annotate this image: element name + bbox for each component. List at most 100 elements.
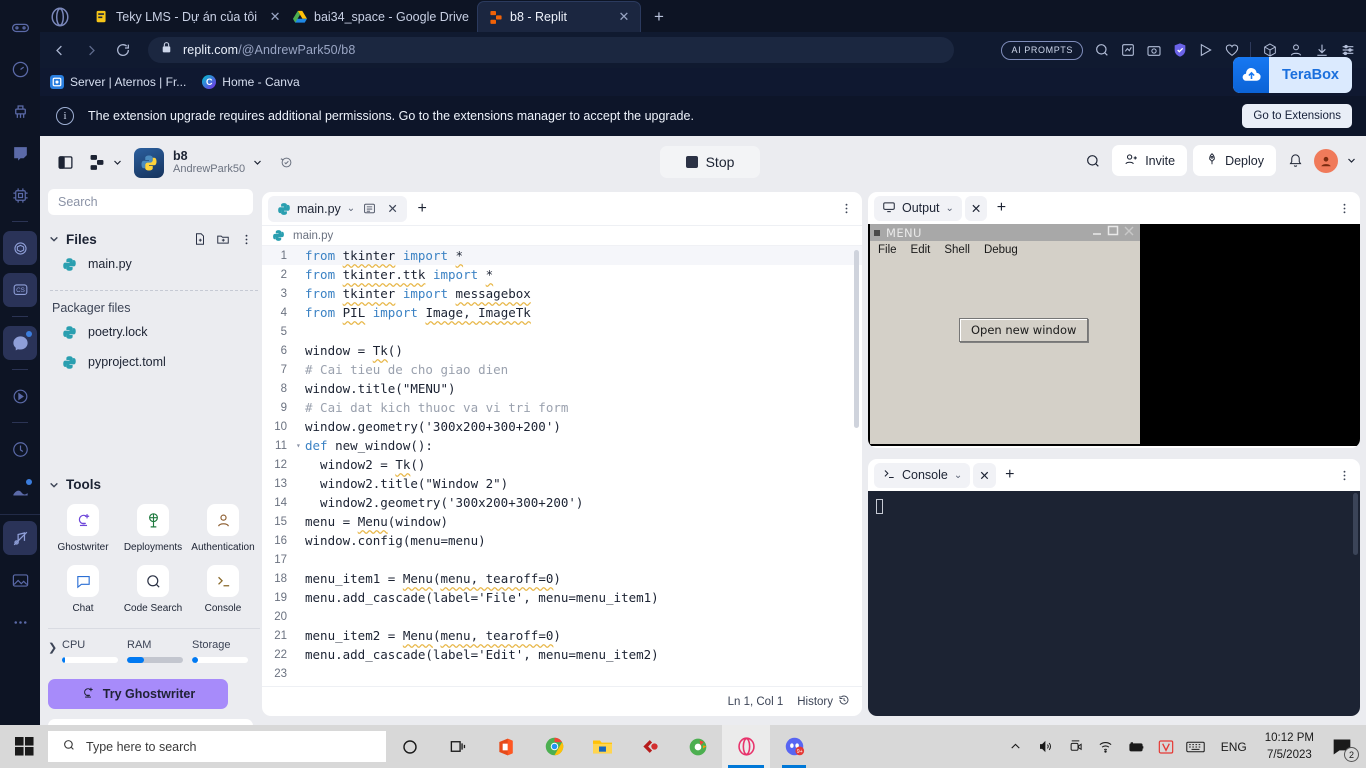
new-console-tab-button[interactable]: + — [999, 464, 1021, 486]
camera-snapshot-icon[interactable] — [1141, 38, 1166, 63]
console-kebab-icon[interactable] — [1334, 465, 1354, 485]
browser-tab-0[interactable]: Teky LMS - Dự án của tôi ✕ — [84, 1, 291, 32]
notifications-bell-icon[interactable] — [1282, 148, 1308, 174]
vpn-shield-icon[interactable] — [1167, 38, 1192, 63]
address-bar[interactable]: replit.com/@AndrewPark50/b8 — [148, 37, 954, 63]
edit-note-icon[interactable] — [1115, 38, 1140, 63]
invite-button[interactable]: Invite — [1112, 145, 1188, 176]
tool-ghostwriter[interactable]: Ghostwriter — [48, 504, 118, 553]
gamepad-icon[interactable] — [3, 10, 37, 44]
close-output-tab-icon[interactable]: ✕ — [964, 195, 988, 221]
scratch-icon[interactable] — [674, 725, 722, 768]
go-to-extensions-button[interactable]: Go to Extensions — [1242, 104, 1352, 128]
code-line[interactable]: 20 — [262, 607, 862, 626]
opera-logo-icon[interactable] — [46, 4, 74, 30]
editor-tab-main-py[interactable]: main.py ⌄ ✕ — [268, 195, 408, 222]
project-chevron-icon[interactable] — [249, 150, 265, 176]
tkinter-titlebar[interactable]: MENU — [870, 224, 1140, 241]
cortana-icon[interactable] — [386, 725, 434, 768]
console-tab[interactable]: Console ⌄ — [874, 462, 971, 488]
history-clock-icon[interactable] — [3, 432, 37, 466]
discord-icon[interactable]: 9+ — [770, 725, 818, 768]
code-line[interactable]: 6 window = Tk() — [262, 341, 862, 360]
tool-code-search[interactable]: Code Search — [118, 565, 188, 614]
speedometer-icon[interactable] — [3, 52, 37, 86]
minimize-icon[interactable] — [1090, 224, 1104, 242]
wifi-icon[interactable] — [1091, 725, 1121, 768]
console-output[interactable] — [868, 491, 1360, 716]
volume-icon[interactable] — [1031, 725, 1061, 768]
replit-home-icon[interactable] — [84, 150, 110, 176]
files-kebab-icon[interactable] — [238, 231, 254, 247]
code-line[interactable]: 3 from tkinter import messagebox — [262, 284, 862, 303]
show-hidden-icons-icon[interactable] — [1001, 725, 1031, 768]
chevron-down-icon[interactable] — [48, 233, 60, 245]
split-view-icon[interactable] — [361, 200, 378, 217]
sketchup-icon[interactable] — [626, 725, 674, 768]
close-icon[interactable] — [1122, 224, 1136, 242]
start-button[interactable] — [0, 725, 48, 768]
file-item-main-py[interactable]: main.py — [48, 251, 260, 277]
tool-authentication[interactable]: Authentication — [188, 504, 258, 553]
code-line[interactable]: 10 window.geometry('300x200+300+200') — [262, 417, 862, 436]
send-icon[interactable] — [1193, 38, 1218, 63]
close-icon[interactable]: ✕ — [267, 9, 283, 25]
code-line[interactable]: 15 menu = Menu(window) — [262, 512, 862, 531]
battery-icon[interactable] — [1121, 725, 1151, 768]
bookmark-item-0[interactable]: Server | Aternos | Fr... — [50, 75, 186, 89]
history-button[interactable]: History — [797, 694, 850, 709]
office-icon[interactable] — [482, 725, 530, 768]
task-view-icon[interactable] — [434, 725, 482, 768]
code-line[interactable]: 1 from tkinter import * — [262, 246, 862, 265]
chevron-down-icon[interactable]: ⌄ — [347, 203, 355, 214]
code-line[interactable]: 8 window.title("MENU") — [262, 379, 862, 398]
cleaner-icon[interactable] — [3, 94, 37, 128]
browser-tab-1[interactable]: bai34_space - Google Drive ✕ — [282, 1, 503, 32]
cpu-chip-icon[interactable] — [3, 178, 37, 212]
deploy-button[interactable]: Deploy — [1193, 145, 1276, 176]
chevron-down-icon[interactable] — [48, 479, 60, 491]
menu-item-file[interactable]: File — [878, 244, 897, 256]
user-avatar[interactable] — [1314, 148, 1338, 173]
code-line[interactable]: 14 window2.geometry('300x200+300+200') — [262, 493, 862, 512]
output-kebab-icon[interactable] — [1334, 198, 1354, 218]
code-line[interactable]: 22 menu.add_cascade(label='Edit', menu=me… — [262, 645, 862, 664]
code-line[interactable]: 23 — [262, 664, 862, 683]
openai-icon[interactable] — [3, 231, 37, 265]
maximize-icon[interactable] — [1106, 224, 1120, 242]
music-muted-icon[interactable] — [3, 521, 37, 555]
code-line[interactable]: 18 menu_item1 = Menu(menu, tearoff=0) — [262, 569, 862, 588]
new-folder-icon[interactable] — [215, 231, 231, 247]
workspaces-icon[interactable] — [3, 474, 37, 508]
terabox-widget[interactable]: TeraBox — [1233, 57, 1352, 93]
chevron-down-icon[interactable]: ⌄ — [946, 203, 954, 214]
keyboard-icon[interactable] — [1181, 725, 1211, 768]
player-icon[interactable] — [3, 379, 37, 413]
taskbar-clock[interactable]: 10:12 PM 7/5/2023 — [1257, 730, 1322, 762]
tool-console[interactable]: Console — [188, 565, 258, 614]
notification-center-icon[interactable]: 2 — [1322, 725, 1362, 768]
avatar-chevron-icon[interactable] — [1344, 148, 1358, 174]
menu-item-edit[interactable]: Edit — [911, 244, 931, 256]
file-item-pyproject-toml[interactable]: pyproject.toml — [48, 349, 260, 375]
files-section-header[interactable]: Files — [48, 231, 260, 247]
close-icon[interactable]: ✕ — [384, 200, 401, 217]
new-editor-tab-button[interactable]: + — [411, 198, 433, 220]
browser-tab-2[interactable]: b8 - Replit ✕ — [477, 1, 641, 32]
try-ghostwriter-button[interactable]: Try Ghostwriter — [48, 679, 228, 709]
editor-kebab-icon[interactable] — [836, 199, 856, 219]
tool-chat[interactable]: Chat — [48, 565, 118, 614]
search-icon[interactable] — [1080, 148, 1106, 174]
file-item-poetry-lock[interactable]: poetry.lock — [48, 319, 260, 345]
chrome-icon[interactable] — [530, 725, 578, 768]
snapshot-icon[interactable] — [3, 563, 37, 597]
output-tab[interactable]: Output ⌄ — [874, 195, 962, 221]
twitch-icon[interactable] — [3, 136, 37, 170]
fold-chevron-icon[interactable]: ▾ — [296, 441, 305, 450]
tool-deployments[interactable]: Deployments — [118, 504, 188, 553]
code-line[interactable]: 13 window2.title("Window 2") — [262, 474, 862, 493]
code-line[interactable]: 11 ▾ def new_window(): — [262, 436, 862, 455]
new-output-tab-button[interactable]: + — [990, 197, 1012, 219]
git-status-icon[interactable] — [273, 150, 299, 176]
code-line[interactable]: 2 from tkinter.ttk import * — [262, 265, 862, 284]
